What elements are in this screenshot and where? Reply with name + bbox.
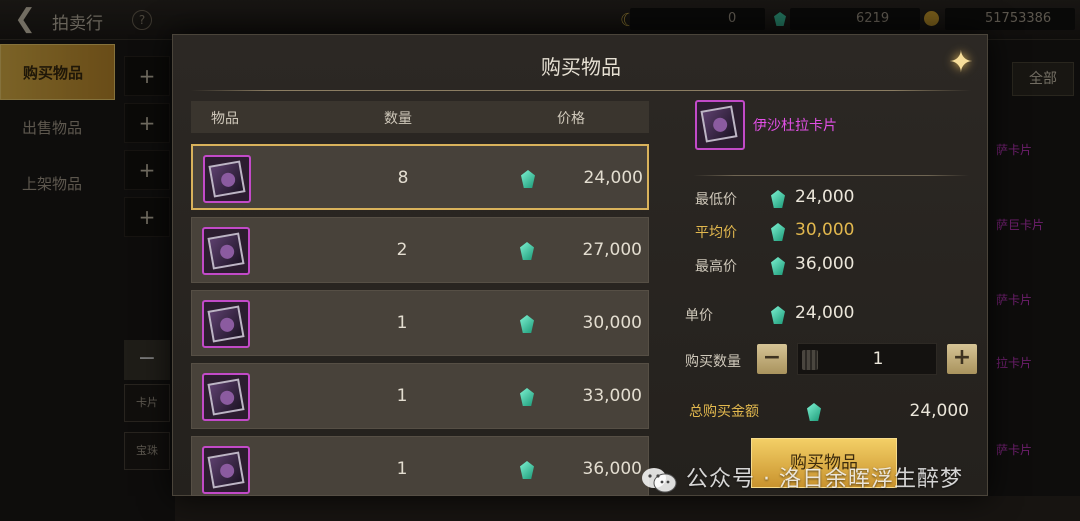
header-item: 物品 xyxy=(211,111,239,127)
card-item-icon xyxy=(203,155,251,203)
row-quantity: 1 xyxy=(396,459,408,479)
gem-icon xyxy=(520,461,534,483)
listing-row[interactable]: 1 33,000 xyxy=(191,363,649,429)
unit-price-value: 24,000 xyxy=(795,303,855,323)
header-quantity: 数量 xyxy=(384,111,412,127)
gem-icon xyxy=(807,403,821,425)
quantity-decrease-button[interactable]: − xyxy=(757,344,787,374)
row-price: 30,000 xyxy=(582,313,642,333)
listing-row[interactable]: 2 27,000 xyxy=(191,217,649,283)
gem-icon xyxy=(771,257,785,279)
listing-header: 物品 数量 价格 xyxy=(191,101,649,133)
gem-icon xyxy=(520,315,534,337)
header-price: 价格 xyxy=(557,111,585,127)
highest-price-value: 36,000 xyxy=(795,254,855,274)
buy-quantity-label: 购买数量 xyxy=(685,354,741,370)
gem-icon xyxy=(771,190,785,212)
gem-icon xyxy=(521,170,535,192)
selected-card-icon xyxy=(695,100,745,150)
dialog-title: 购买物品 xyxy=(541,55,621,79)
average-price-value: 30,000 xyxy=(795,220,855,240)
row-price: 36,000 xyxy=(582,459,642,479)
row-quantity: 1 xyxy=(396,386,408,406)
lowest-price-label: 最低价 xyxy=(695,192,737,208)
total-amount-value: 24,000 xyxy=(909,401,969,421)
card-item-icon xyxy=(202,227,250,275)
title-divider xyxy=(191,90,971,91)
wechat-icon xyxy=(642,468,677,493)
gem-icon xyxy=(520,242,534,264)
quantity-increase-button[interactable]: + xyxy=(947,344,977,374)
total-amount-label: 总购买金额 xyxy=(689,404,759,420)
listing-row[interactable]: 8 24,000 xyxy=(191,144,649,210)
unit-price-label: 单价 xyxy=(685,308,713,324)
row-quantity: 8 xyxy=(397,168,409,188)
listing-row[interactable]: 1 30,000 xyxy=(191,290,649,356)
calculator-icon[interactable] xyxy=(802,350,818,370)
row-price: 24,000 xyxy=(583,168,643,188)
close-icon[interactable]: ✦ xyxy=(941,43,981,83)
gem-icon xyxy=(520,388,534,410)
selected-item-name: 伊沙杜拉卡片 xyxy=(753,118,837,134)
average-price-label: 平均价 xyxy=(695,225,737,241)
detail-divider xyxy=(693,175,969,176)
listing-row[interactable]: 1 36,000 xyxy=(191,436,649,496)
quantity-input[interactable]: 1 xyxy=(797,343,937,375)
card-item-icon xyxy=(202,373,250,421)
buy-item-dialog: 购买物品 ✦ 物品 数量 价格 8 24,000 2 27,000 1 30,0… xyxy=(172,34,988,496)
row-price: 33,000 xyxy=(582,386,642,406)
lowest-price-value: 24,000 xyxy=(795,187,855,207)
card-item-icon xyxy=(202,446,250,494)
watermark-text: 公众号 · 洛日余晖浮生醉梦 xyxy=(686,467,963,492)
row-quantity: 2 xyxy=(396,240,408,260)
quantity-value: 1 xyxy=(872,349,884,369)
highest-price-label: 最高价 xyxy=(695,259,737,275)
gem-icon xyxy=(771,306,785,328)
row-price: 27,000 xyxy=(582,240,642,260)
row-quantity: 1 xyxy=(396,313,408,333)
card-item-icon xyxy=(202,300,250,348)
gem-icon xyxy=(771,223,785,245)
